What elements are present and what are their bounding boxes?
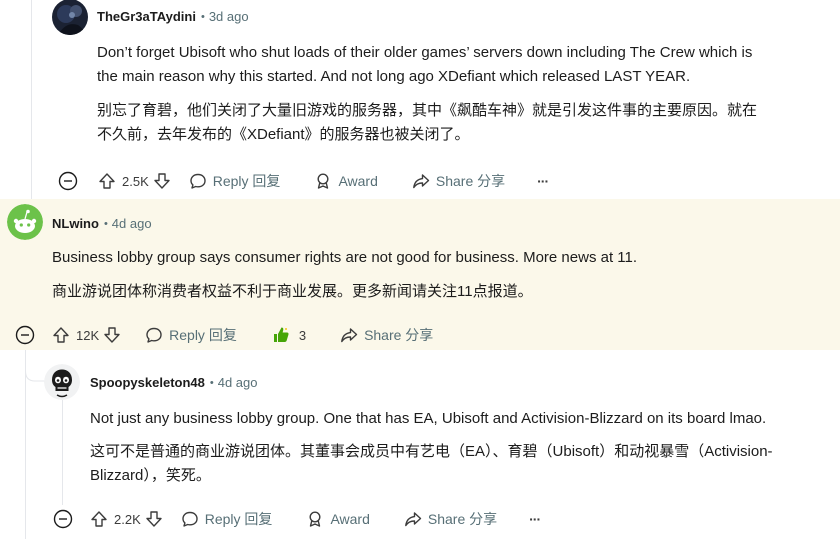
comment-meta: Spoopyskeleton48 • 4d ago [90, 375, 258, 390]
award-icon [317, 173, 329, 189]
upvote-icon [91, 511, 107, 527]
text-line: Blizzard），笑死。 [90, 467, 211, 484]
vote-count: 2.5K [122, 173, 149, 189]
author-name[interactable]: Spoopyskeleton48 [90, 375, 205, 390]
collapse-button[interactable] [15, 325, 35, 350]
comment-meta: TheGr3aTAydini • 3d ago [97, 9, 249, 24]
comment-text-en: Not just any business lobby group. One t… [90, 408, 766, 430]
text-line: Business lobby group says consumer right… [52, 249, 638, 266]
comment-text-en: Business lobby group says consumer right… [52, 247, 637, 269]
text-line: Don’t forget Ubisoft who shut loads of t… [97, 44, 753, 61]
more-options-button[interactable]: ··· [537, 173, 549, 189]
vote-count: 12K [76, 327, 100, 343]
downvote-button[interactable] [103, 326, 121, 344]
timestamp[interactable]: 4d ago [218, 375, 258, 390]
reply-button[interactable]: Reply 回复 [145, 325, 237, 345]
action-bar: 2.2K Reply 回复 Award Share 分享 ··· [90, 506, 541, 532]
reply-label: Reply 回复 [204, 511, 273, 527]
more-icon: ··· [529, 511, 541, 527]
award-count: 3 [298, 327, 307, 343]
collapse-button[interactable] [53, 509, 73, 534]
dark-portrait-avatar-icon [52, 0, 88, 35]
skull-avatar-icon [44, 364, 80, 400]
share-icon [404, 512, 422, 527]
avatar[interactable] [52, 0, 88, 35]
downvote-button[interactable] [153, 172, 171, 190]
text-line: Not just any business lobby group. One t… [90, 410, 767, 427]
share-button[interactable]: Share 分享 [412, 171, 505, 191]
separator-dot: • [103, 217, 108, 230]
timestamp[interactable]: 3d ago [209, 9, 249, 24]
text-line: 不久前，去年发布的《XDefiant》的服务器也被关闭了。 [97, 126, 470, 143]
share-button[interactable]: Share 分享 [340, 325, 433, 345]
downvote-icon [146, 511, 162, 527]
text-line: the main reason why this started. And no… [97, 68, 691, 85]
action-bar: 12K Reply 回复 3 Share 分享 [52, 322, 433, 348]
more-icon: ··· [537, 173, 549, 189]
award-icon [309, 511, 321, 527]
share-label: Share 分享 [435, 173, 506, 189]
collapse-button[interactable] [58, 171, 78, 196]
collapse-icon [53, 509, 73, 529]
award-button[interactable]: Award [306, 510, 370, 528]
comment: NLwino • 4d ago Business lobby group say… [0, 199, 840, 350]
share-icon [341, 328, 358, 343]
more-options-button[interactable]: ··· [529, 511, 541, 527]
upvote-button[interactable] [98, 172, 116, 190]
text-line: 别忘了育碧，他们关闭了大量旧游戏的服务器，其中《飙酷车神》就是引发这件事的主要原… [97, 102, 758, 119]
thumbs-up-award-icon [273, 327, 289, 342]
snoo-avatar-icon [7, 204, 43, 240]
collapse-icon [58, 171, 78, 191]
action-bar: 2.5K Reply 回复 Award Share 分享 ··· [98, 168, 549, 194]
award-label: Award [338, 173, 378, 189]
author-name[interactable]: NLwino [52, 216, 99, 231]
reply-icon [182, 511, 198, 527]
award-label: Award [330, 511, 370, 527]
award-button[interactable]: Award [314, 172, 378, 190]
comment-text-zh: 别忘了育碧，他们关闭了大量旧游戏的服务器，其中《飙酷车神》就是引发这件事的主要原… [97, 100, 757, 146]
comment-text-en: Don’t forget Ubisoft who shut loads of t… [97, 42, 752, 88]
share-icon [412, 174, 430, 189]
share-button[interactable]: Share 分享 [404, 509, 497, 529]
comment-text-zh: 商业游说团体称消费者权益不利于商业发展。更多新闻请关注11点报道。 [52, 281, 533, 303]
reply-label: Reply 回复 [169, 327, 237, 343]
comment-text-zh: 这可不是普通的商业游说团体。其董事会成员中有艺电（EA）、育碧（Ubisoft）… [90, 441, 773, 487]
avatar[interactable] [44, 364, 80, 400]
separator-dot: • [200, 10, 205, 23]
reply-label: Reply 回复 [212, 173, 281, 189]
share-label: Share 分享 [427, 511, 498, 527]
award-button[interactable]: 3 [271, 325, 310, 345]
comment-meta: NLwino • 4d ago [52, 216, 152, 231]
upvote-icon [53, 327, 69, 343]
downvote-icon [154, 173, 170, 189]
comment: Spoopyskeleton48 • 4d ago Not just any b… [0, 350, 840, 539]
text-line: 这可不是普通的商业游说团体。其董事会成员中有艺电（EA）、育碧（Ubisoft）… [90, 443, 773, 460]
reply-button[interactable]: Reply 回复 [181, 509, 273, 529]
reply-button[interactable]: Reply 回复 [189, 171, 281, 191]
avatar[interactable] [7, 204, 43, 240]
vote-count: 2.2K [114, 511, 141, 527]
collapse-icon [15, 325, 35, 345]
share-label: Share 分享 [364, 327, 434, 343]
reply-icon [190, 173, 206, 189]
upvote-icon [99, 173, 115, 189]
downvote-button[interactable] [145, 510, 163, 528]
upvote-button[interactable] [90, 510, 108, 528]
comment: TheGr3aTAydini • 3d ago Don’t forget Ubi… [0, 0, 840, 199]
text-line: 商业游说团体称消费者权益不利于商业发展。更多新闻请关注11点报道。 [52, 283, 533, 300]
timestamp[interactable]: 4d ago [112, 216, 152, 231]
reply-icon [146, 327, 162, 343]
separator-dot: • [209, 376, 214, 389]
author-name[interactable]: TheGr3aTAydini [97, 9, 196, 24]
upvote-button[interactable] [52, 326, 70, 344]
downvote-icon [104, 327, 120, 343]
